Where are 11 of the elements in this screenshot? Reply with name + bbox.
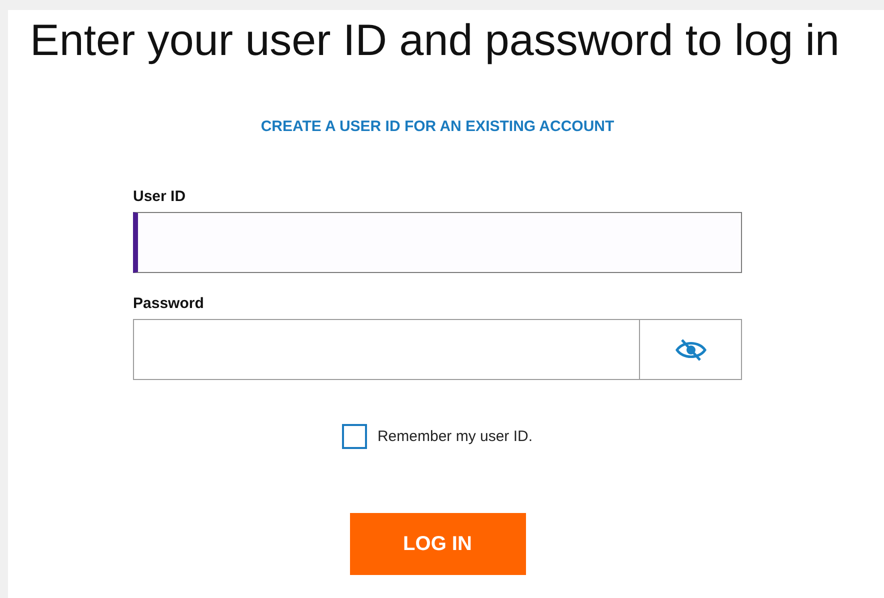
field-label: Password [133,295,205,312]
password-field[interactable] [133,319,640,380]
field-label: User ID [133,188,187,205]
remember-checkbox[interactable] [342,424,368,449]
show-password-button[interactable] [640,319,742,380]
eye-slash-icon [674,338,706,362]
page-title: Enter your user ID and password to log in [29,15,841,64]
log-in-button[interactable]: LOG IN [350,513,526,575]
checkbox-label[interactable]: Remember my user ID. [377,428,533,445]
create-user-id-link[interactable]: CREATE A USER ID FOR AN EXISTING ACCOUNT [260,118,614,135]
user-id-field[interactable] [133,212,742,273]
